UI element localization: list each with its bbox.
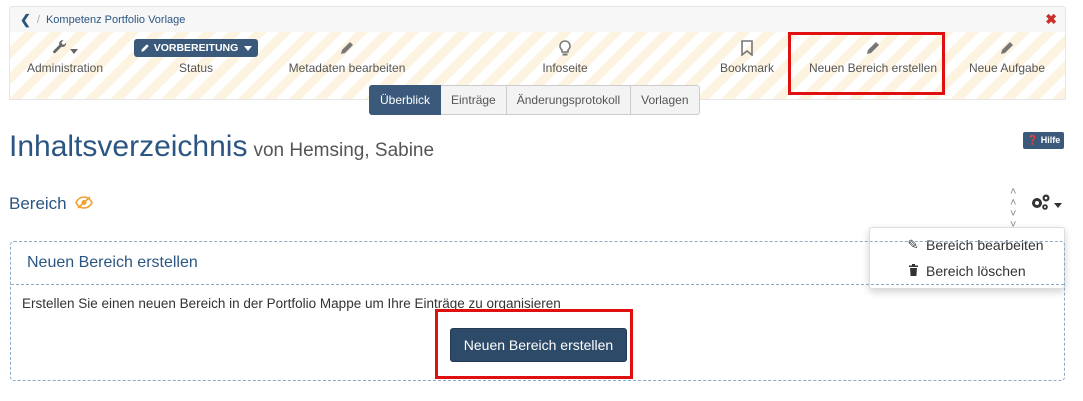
- pencil-icon: [140, 44, 149, 52]
- new-task-label: Neue Aufgabe: [968, 61, 1046, 75]
- tab-overview[interactable]: Überblick: [369, 85, 442, 115]
- metadata-button[interactable]: Metadaten bearbeiten: [282, 38, 412, 75]
- metadata-label: Metadaten bearbeiten: [288, 61, 406, 75]
- pencil-icon: [1001, 42, 1013, 54]
- infopage-button[interactable]: Infoseite: [530, 38, 600, 75]
- help-button[interactable]: ❓ Hilfe: [1023, 132, 1065, 149]
- infopage-label: Infoseite: [542, 61, 588, 75]
- create-section-button[interactable]: Neuen Bereich erstellen: [450, 328, 627, 362]
- tab-changelog[interactable]: Änderungsprotokoll: [506, 85, 632, 115]
- bookmark-label: Bookmark: [719, 61, 775, 75]
- new-task-button[interactable]: Neue Aufgabe: [962, 38, 1052, 75]
- lightbulb-icon: [559, 39, 571, 55]
- pencil-icon: [867, 42, 879, 54]
- bookmark-button[interactable]: Bookmark: [710, 38, 784, 75]
- eye-slash-icon[interactable]: [74, 195, 93, 213]
- wrench-icon: [53, 40, 67, 54]
- bookmark-icon: [741, 40, 753, 56]
- panel-heading: Neuen Bereich erstellen: [11, 242, 1064, 285]
- status-dropdown[interactable]: VORBEREITUNG Status: [133, 38, 259, 75]
- breadcrumb-title[interactable]: Kompetenz Portfolio Vorlage: [46, 14, 185, 26]
- caret-down-icon: [70, 48, 78, 54]
- close-icon[interactable]: ✖: [1045, 11, 1057, 28]
- page-subtitle: von Hemsing, Sabine: [253, 140, 435, 161]
- page-title-text: Inhaltsverzeichnis: [9, 130, 248, 163]
- breadcrumb: ❮ / Kompetenz Portfolio Vorlage ✖: [9, 6, 1066, 32]
- new-section-button[interactable]: Neuen Bereich erstellen: [802, 38, 944, 75]
- tab-bar: Überblick Einträge Änderungsprotokoll Vo…: [369, 85, 700, 115]
- gears-icon: [1032, 194, 1050, 210]
- administration-button[interactable]: Administration: [24, 38, 106, 75]
- panel-description: Erstellen Sie einen neuen Bereich in der…: [22, 296, 561, 311]
- caret-down-icon: [244, 45, 253, 51]
- reorder-arrows[interactable]: ˄ ˄ ˅ ˅: [1010, 187, 1016, 231]
- status-label: Status: [178, 61, 214, 75]
- tab-entries[interactable]: Einträge: [441, 85, 507, 115]
- new-section-panel: Neuen Bereich erstellen Erstellen Sie ei…: [10, 241, 1065, 381]
- administration-label: Administration: [26, 61, 104, 75]
- status-badge[interactable]: VORBEREITUNG: [133, 39, 259, 57]
- section-heading: Bereich: [9, 194, 93, 214]
- tab-templates[interactable]: Vorlagen: [631, 85, 700, 115]
- page-title: Inhaltsverzeichnis von Hemsing, Sabine: [9, 130, 434, 164]
- chevron-left-icon[interactable]: ❮: [20, 13, 31, 26]
- chevron-up-icon[interactable]: ˄ ˄: [1010, 187, 1016, 209]
- status-badge-label: VORBEREITUNG: [153, 42, 239, 54]
- section-settings-button[interactable]: [1030, 193, 1062, 211]
- caret-down-icon: [1054, 202, 1062, 208]
- new-section-label: Neuen Bereich erstellen: [808, 61, 938, 75]
- section-title: Bereich: [9, 194, 67, 213]
- question-icon: ❓: [1027, 135, 1039, 145]
- help-label: Hilfe: [1040, 135, 1061, 145]
- breadcrumb-separator: /: [36, 13, 40, 26]
- pencil-icon: [341, 42, 353, 54]
